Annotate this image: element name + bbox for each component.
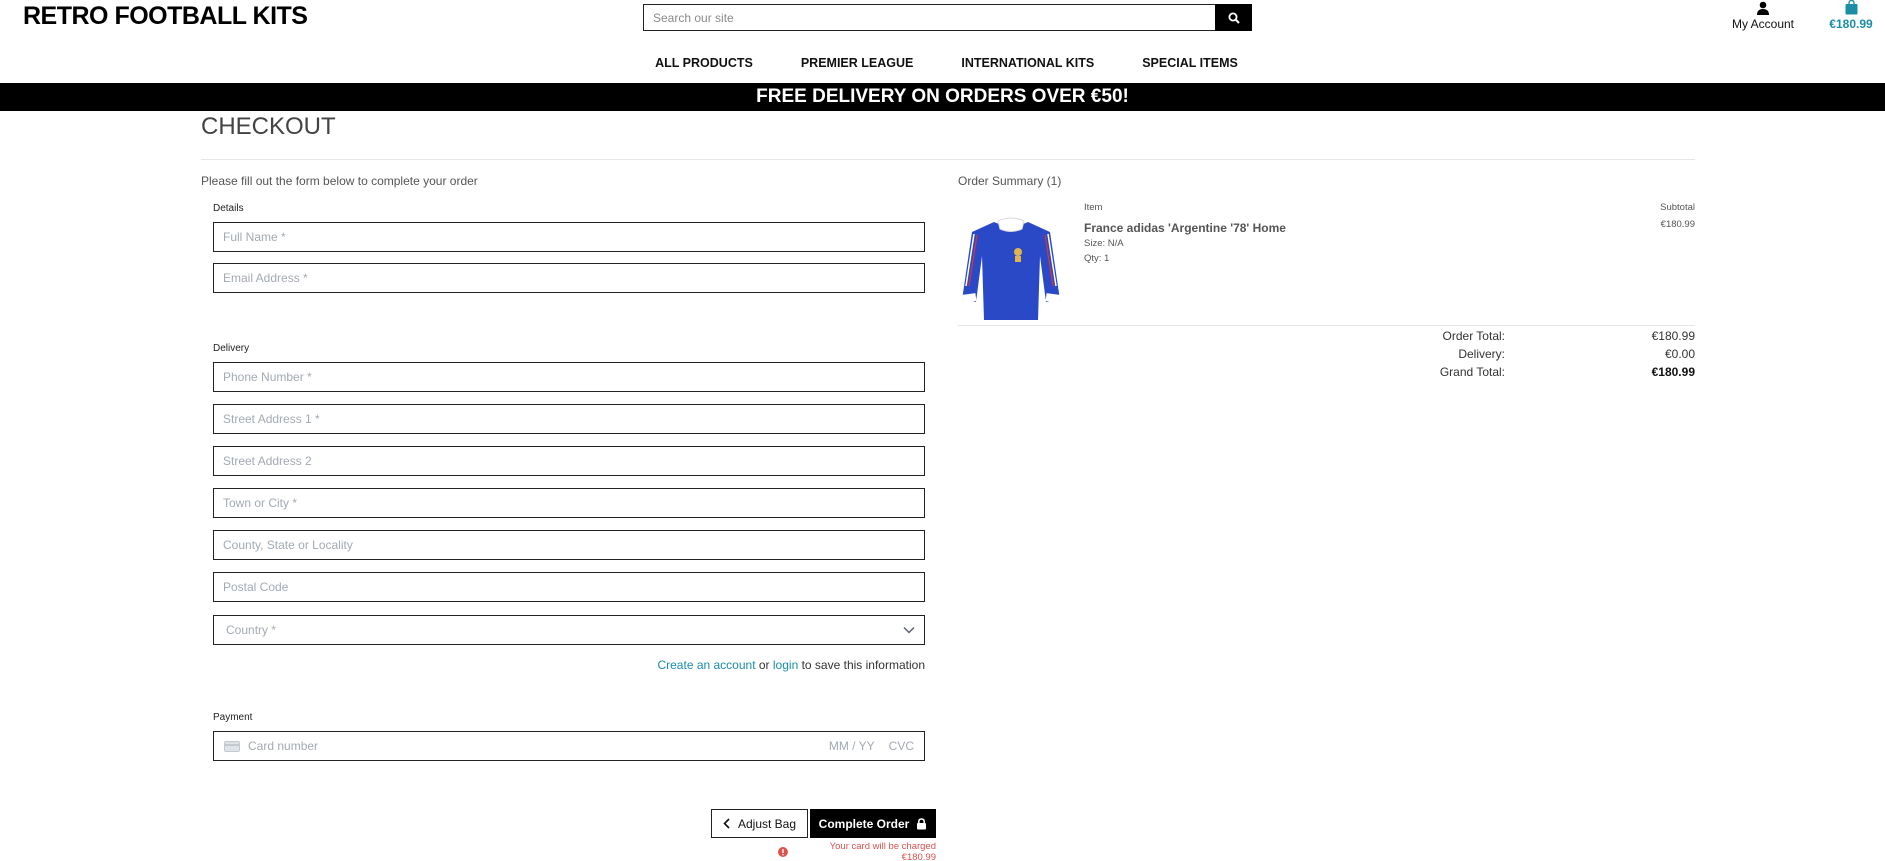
country-select-value: Country * [226,623,277,637]
save-info-suffix: to save this information [801,658,925,672]
country-select[interactable]: Country * [213,615,925,645]
town-input[interactable] [213,488,925,518]
user-icon [1757,1,1769,15]
postcode-input[interactable] [213,572,925,602]
search-button[interactable] [1215,4,1252,31]
charge-notice-text: Your card will be charged €180.99 [829,841,936,861]
grand-total-value: €180.99 [1651,365,1695,379]
chevron-down-icon [903,626,915,634]
column-header-subtotal: Subtotal [1660,202,1695,213]
chevron-left-icon [723,818,730,829]
grand-total-label: Grand Total: [1439,365,1505,379]
shopping-bag-icon [1845,0,1857,15]
site-logo[interactable]: RETRO FOOTBALL KITS [23,2,308,31]
shopping-bag-link[interactable]: €180.99 [1820,0,1882,31]
delivery-banner: FREE DELIVERY ON ORDERS OVER €50! [0,83,1885,111]
column-header-item: Item [1084,202,1103,213]
card-expiry-placeholder[interactable]: MM / YY [829,739,875,753]
alert-circle-icon [778,847,788,857]
product-size: Size: N/A [1084,238,1124,249]
main-nav: ALL PRODUCTS PREMIER LEAGUE INTERNATIONA… [0,54,1885,72]
form-instructions: Please fill out the form below to comple… [201,174,478,188]
complete-order-button[interactable]: Complete Order [810,809,936,838]
create-account-link[interactable]: Create an account [657,658,755,672]
credit-card-icon [224,740,240,752]
save-info-or: or [758,658,770,672]
street-address-1-input[interactable] [213,404,925,434]
payment-legend: Payment [213,712,253,723]
adjust-bag-label: Adjust Bag [737,816,797,831]
delivery-legend: Delivery [213,343,250,354]
adjust-bag-button[interactable]: Adjust Bag [711,809,808,838]
county-input[interactable] [213,530,925,560]
nav-all-products[interactable]: ALL PRODUCTS [631,56,777,70]
my-account-link[interactable]: My Account [1728,0,1798,31]
product-image[interactable] [958,216,1064,322]
nav-international-kits[interactable]: INTERNATIONAL KITS [937,56,1118,70]
nav-premier-league[interactable]: PREMIER LEAGUE [777,56,938,70]
summary-divider [958,325,1695,326]
order-total-label: Order Total: [1442,329,1505,343]
delivery-value: €0.00 [1664,347,1695,361]
my-account-label: My Account [1731,17,1795,31]
title-divider [201,159,1695,160]
card-element[interactable]: Card number MM / YY CVC [213,731,925,761]
bag-total: €180.99 [1829,17,1873,31]
full-name-input[interactable] [213,222,925,252]
card-cvc-placeholder[interactable]: CVC [889,739,914,753]
card-number-placeholder[interactable]: Card number [248,739,829,753]
search-bar [643,4,1252,31]
login-link[interactable]: login [773,658,798,672]
details-legend: Details [213,203,244,214]
page-title: CHECKOUT [201,113,336,140]
lock-icon [917,817,927,829]
charge-notice: Your card will be charged €180.99 [778,841,936,861]
complete-order-label: Complete Order [818,816,910,831]
email-input[interactable] [213,263,925,293]
order-summary-title: Order Summary (1) [958,174,1062,188]
nav-special-items[interactable]: SPECIAL ITEMS [1118,56,1262,70]
search-icon [1228,12,1240,24]
search-input[interactable] [643,4,1215,31]
phone-input[interactable] [213,362,925,392]
street-address-2-input[interactable] [213,446,925,476]
delivery-label: Delivery: [1458,347,1505,361]
product-name[interactable]: France adidas 'Argentine '78' Home [1084,221,1286,235]
order-total-value: €180.99 [1651,329,1695,343]
product-qty: Qty: 1 [1084,253,1110,264]
save-info-text: Create an account or login to save this … [600,658,925,672]
product-subtotal: €180.99 [1660,219,1695,230]
